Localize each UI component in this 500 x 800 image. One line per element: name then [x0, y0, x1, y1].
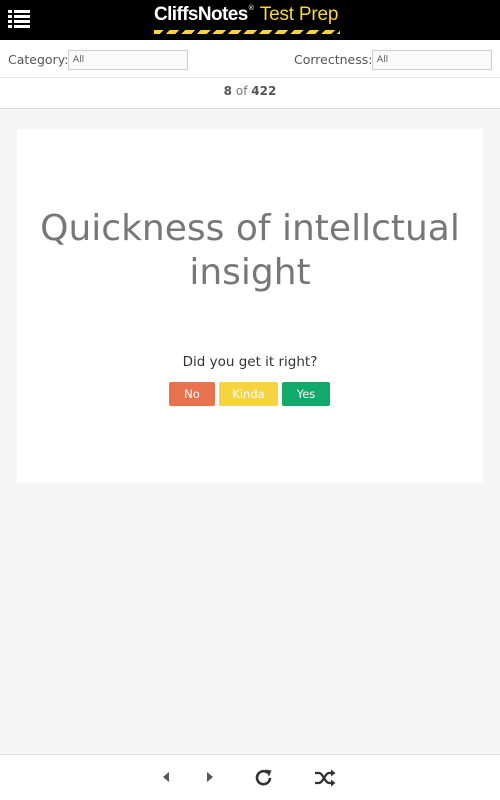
card-counter: 8 of 422 [0, 78, 500, 109]
cliffsnotes-logo: CliffsNotes® Test Prep [154, 4, 340, 36]
self-assessment-prompt: Did you get it right? [182, 354, 318, 370]
no-button[interactable]: No [169, 382, 215, 406]
yes-button[interactable]: Yes [282, 382, 330, 406]
restart-icon[interactable] [254, 768, 274, 788]
app-header: CliffsNotes® Test Prep [0, 0, 500, 40]
shuffle-icon[interactable] [314, 769, 336, 787]
category-select[interactable]: All [68, 50, 188, 70]
bottom-toolbar [0, 754, 500, 800]
counter-current: 8 [223, 84, 233, 98]
previous-card-icon[interactable] [160, 769, 172, 785]
correctness-label: Correctness: [294, 52, 373, 67]
logo-registered-mark: ® [247, 4, 255, 12]
category-label: Category: [8, 52, 69, 67]
flashcard-term: Quickness of intellctual insight [40, 208, 460, 293]
kinda-button[interactable]: Kinda [219, 382, 278, 406]
next-card-icon[interactable] [204, 769, 216, 785]
counter-total: 422 [251, 84, 277, 98]
logo-stripe [154, 30, 340, 34]
correctness-select[interactable]: All [372, 50, 492, 70]
logo-product: Test Prep [259, 4, 339, 25]
logo-brand: CliffsNotes [154, 4, 248, 25]
counter-of: of [235, 84, 248, 98]
menu-list-icon[interactable] [8, 9, 30, 29]
filter-bar: Category: All Correctness: All [0, 40, 500, 78]
flashcard[interactable]: Quickness of intellctual insight Did you… [17, 129, 483, 483]
